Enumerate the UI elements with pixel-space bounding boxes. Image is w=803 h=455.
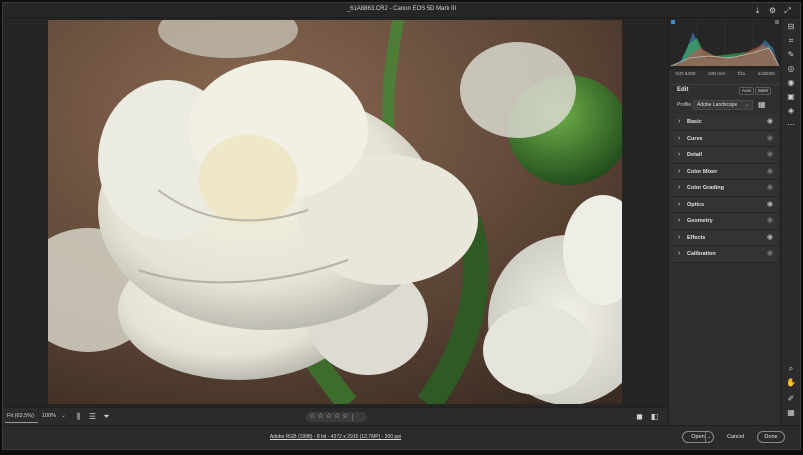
auto-button[interactable]: Auto: [739, 87, 755, 95]
chevron-down-icon: ⌄: [744, 102, 749, 108]
section-geometry[interactable]: › Geometry ◉: [673, 213, 777, 230]
hand-icon[interactable]: ✋: [786, 378, 796, 388]
section-detail[interactable]: › Detail ◉: [673, 147, 777, 164]
section-color-mixer[interactable]: › Color Mixer ◉: [673, 163, 777, 180]
sort-icon[interactable]: ☰: [88, 412, 97, 422]
zoom-dropdown-icon[interactable]: ⌄: [61, 411, 66, 422]
chevron-right-icon: ›: [678, 167, 681, 175]
filmstrip-icon[interactable]: ⫼: [74, 412, 83, 422]
star-1-icon[interactable]: ☆: [309, 412, 315, 422]
mask-icon[interactable]: ◎: [786, 64, 796, 74]
section-label: Curve: [687, 135, 703, 142]
open-button-label: Open: [691, 434, 705, 440]
gear-icon[interactable]: ⚙: [768, 6, 777, 15]
section-label: Basic: [687, 119, 702, 125]
rating-stars[interactable]: ☆ ☆ ☆ ☆ ☆: [306, 412, 367, 422]
section-basic[interactable]: › Basic ◉: [673, 114, 777, 131]
save-icon[interactable]: ⤓: [753, 6, 762, 15]
bottom-toolbar: Fit (63.5%) 100% ⌄ ⫼ ☰ ⏷ ☆ ☆ ☆ ☆ ☆ ◼ ◧: [3, 407, 668, 425]
section-optics[interactable]: › Optics ◉: [673, 196, 777, 213]
single-view-icon[interactable]: ◼: [635, 412, 644, 422]
eye-icon[interactable]: ◉: [767, 135, 773, 143]
edit-header: Edit Auto B&W: [669, 84, 781, 96]
eye-icon[interactable]: ◉: [767, 168, 773, 176]
histogram: [669, 18, 781, 70]
cancel-button[interactable]: Cancel: [727, 431, 744, 443]
chevron-right-icon: ›: [678, 118, 681, 125]
section-curve[interactable]: › Curve ◉: [673, 130, 777, 147]
star-5-icon[interactable]: ☆: [342, 412, 348, 422]
eye-icon[interactable]: ◉: [767, 250, 773, 258]
chevron-right-icon: ›: [678, 151, 681, 158]
chevron-right-icon: ›: [678, 250, 681, 257]
section-label: Calibration: [687, 251, 716, 257]
star-3-icon[interactable]: ☆: [326, 412, 332, 422]
edit-sections: › Basic ◉ › Curve ◉ › Detail ◉ › Color M…: [673, 114, 777, 263]
edit-panel: ISO 6400 100 mm f/11 1/1600s Edit Auto B…: [668, 18, 781, 425]
open-button[interactable]: Open ⌄: [682, 431, 714, 443]
eye-icon[interactable]: ◉: [767, 118, 773, 126]
camera-info: ISO 6400 100 mm f/11 1/1600s: [669, 70, 781, 80]
star-4-icon[interactable]: ☆: [334, 412, 340, 422]
eye-icon[interactable]: ◉: [767, 217, 773, 225]
section-label: Detail: [687, 152, 702, 158]
filter-icon[interactable]: ⏷: [102, 412, 111, 422]
section-label: Effects: [687, 234, 706, 241]
eye-icon[interactable]: ◉: [767, 151, 773, 159]
expand-icon[interactable]: ⤢: [783, 6, 792, 15]
redeye-icon[interactable]: ◉: [786, 78, 796, 88]
eye-icon[interactable]: ◉: [767, 201, 773, 209]
image-canvas[interactable]: [3, 18, 668, 407]
zoom-icon[interactable]: ⌕: [786, 364, 796, 374]
profile-value: Adobe Landscape: [697, 102, 738, 108]
shutter-value: 1/1600s: [757, 72, 775, 77]
grid-icon[interactable]: ▦: [786, 408, 796, 418]
chevron-right-icon: ›: [678, 233, 681, 241]
section-label: Color Grading: [687, 185, 724, 191]
eye-icon[interactable]: ◉: [767, 234, 773, 242]
profile-select[interactable]: Adobe Landscape ⌄: [693, 100, 753, 110]
heal-icon[interactable]: ✎: [786, 50, 796, 60]
done-button[interactable]: Done: [757, 431, 785, 443]
iso-value: ISO 6400: [675, 72, 696, 77]
profile-label: Profile: [677, 102, 692, 108]
profile-browser-icon[interactable]: ▦: [758, 101, 767, 109]
zoom-100-button[interactable]: 100%: [42, 411, 56, 423]
section-color-grading[interactable]: › Color Grading ◉: [673, 180, 777, 197]
title-bar: _61A8863.CR2 - Canon EOS 5D Mark III ⤓ ⚙…: [3, 3, 800, 18]
more-icon[interactable]: ⋯: [786, 120, 796, 130]
focal-length-value: 100 mm: [707, 72, 726, 77]
section-label: Optics: [687, 201, 705, 208]
camera-raw-window: _61A8863.CR2 - Canon EOS 5D Mark III ⤓ ⚙…: [2, 2, 801, 450]
open-dropdown-icon[interactable]: ⌄: [704, 432, 711, 442]
eye-icon[interactable]: ◉: [767, 184, 773, 192]
sampler-icon[interactable]: ✐: [786, 394, 796, 404]
footer-bar: Adobe RGB (1998) - 8 bit - 4372 x 2915 (…: [3, 425, 800, 449]
crop-icon[interactable]: ⌗: [786, 36, 796, 46]
chevron-right-icon: ›: [678, 184, 681, 191]
snapshots-icon[interactable]: ◈: [786, 106, 796, 116]
chevron-right-icon: ›: [678, 217, 681, 224]
section-label: Color Mixer: [687, 168, 718, 175]
chevron-right-icon: ›: [678, 200, 681, 208]
section-calibration[interactable]: › Calibration ◉: [673, 246, 777, 263]
bw-button[interactable]: B&W: [755, 87, 772, 95]
window-title: _61A8863.CR2 - Canon EOS 5D Mark III: [346, 6, 457, 12]
profile-row: Profile Adobe Landscape ⌄ ▦: [669, 99, 781, 111]
workflow-options-link[interactable]: Adobe RGB (1998) - 8 bit - 4372 x 2915 (…: [3, 434, 668, 440]
star-2-icon[interactable]: ☆: [317, 412, 323, 422]
zoom-fit-button[interactable]: Fit (63.5%): [5, 411, 38, 423]
section-effects[interactable]: › Effects ◉: [673, 229, 777, 246]
edit-title: Edit: [677, 87, 689, 93]
before-after-icon[interactable]: ◧: [650, 412, 659, 422]
section-label: Geometry: [687, 218, 713, 224]
edit-icon[interactable]: ⊟: [786, 22, 796, 32]
presets-icon[interactable]: ▣: [786, 92, 796, 102]
aperture-value: f/11: [737, 72, 746, 77]
photo-preview: [48, 20, 622, 404]
tool-strip: ⊟ ⌗ ✎ ◎ ◉ ▣ ◈ ⋯ ⌕ ✋ ✐ ▦: [780, 18, 800, 425]
flag-divider: [352, 413, 354, 421]
chevron-right-icon: ›: [678, 134, 681, 142]
